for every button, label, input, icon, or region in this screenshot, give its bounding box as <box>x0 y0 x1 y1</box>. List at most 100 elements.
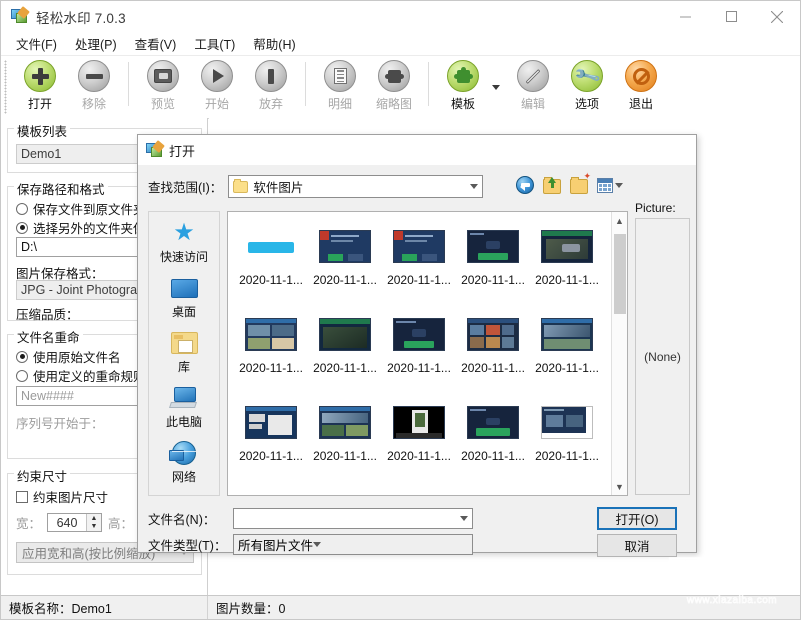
picture-caption: Picture: <box>635 201 676 215</box>
chevron-down-icon[interactable] <box>492 84 500 90</box>
toolbar-button-options[interactable]: 🔧 选项 <box>560 56 614 114</box>
place-network[interactable]: 网络 <box>149 440 219 485</box>
back-icon[interactable] <box>516 176 535 195</box>
width-increment[interactable]: ▲ <box>87 514 101 523</box>
file-item[interactable]: 2020-11-1... <box>530 307 604 395</box>
toolbar-button-preview[interactable]: 预览 <box>136 56 190 114</box>
view-mode-icon[interactable] <box>597 176 623 195</box>
radio-save-original-folder[interactable]: 保存文件到原文件夹 <box>16 199 146 218</box>
serial-start-label: 序列号开始于： <box>16 417 104 431</box>
place-library[interactable]: 库 <box>149 330 219 375</box>
file-item[interactable]: 2020-11-1... <box>456 219 530 307</box>
filetype-value: 所有图片文件 <box>238 539 314 553</box>
toolbar-button-open[interactable]: 打开 <box>13 56 67 114</box>
menu-item-help[interactable]: 帮助(H) <box>244 32 304 55</box>
folder-icon <box>233 178 249 193</box>
toolbar-button-thumbnail[interactable]: 缩略图 <box>367 56 421 114</box>
file-item[interactable]: 2020-11-1... <box>234 219 308 307</box>
application-window: 轻松水印 7.0.3 文件(F) 处理(P) 查看(V) 工具(T) 帮助(H) <box>0 0 801 620</box>
file-item[interactable]: 2020-11-1... <box>308 307 382 395</box>
toolbar-button-details[interactable]: 明细 <box>313 56 367 114</box>
menu-item-file[interactable]: 文件(F) <box>7 32 66 55</box>
toolbar-grip[interactable] <box>4 60 7 114</box>
toolbar-button-abort[interactable]: 放弃 <box>244 56 298 114</box>
file-name: 2020-11-1... <box>239 273 303 287</box>
checkbox-constrain-size[interactable]: 约束图片尺寸 <box>16 487 108 506</box>
toolbar-button-exit[interactable]: 退出 <box>614 56 668 114</box>
toolbar-button-remove[interactable]: 移除 <box>67 56 121 114</box>
file-item[interactable]: 2020-11-1... <box>456 307 530 395</box>
menu-item-tools[interactable]: 工具(T) <box>185 32 244 55</box>
file-item[interactable]: 2020-11-1... <box>308 395 382 483</box>
width-label: 宽： <box>16 517 42 531</box>
minimize-button[interactable] <box>662 1 708 32</box>
close-button[interactable] <box>754 1 800 32</box>
radio-use-original-name[interactable]: 使用原始文件名 <box>16 347 121 366</box>
toolbar-button-template[interactable]: 模板 <box>436 56 490 114</box>
file-item[interactable]: 2020-11-1... <box>382 307 456 395</box>
radio-use-custom-rule[interactable]: 使用定义的重命规则 <box>16 366 146 385</box>
file-item[interactable]: 2020-11-1... <box>308 219 382 307</box>
radio-use-custom-label: 使用定义的重命规则 <box>33 370 146 384</box>
file-item[interactable]: 2020-11-1... <box>530 395 604 483</box>
new-folder-icon[interactable]: ✦ <box>570 172 591 195</box>
cancel-button[interactable]: 取消 <box>597 534 677 557</box>
wrench-icon: 🔧 <box>571 60 603 92</box>
scrollbar-thumb[interactable] <box>614 234 626 314</box>
look-in-row: 查找范围(I)： 软件图片 <box>148 175 484 198</box>
file-thumbnail <box>467 229 519 263</box>
place-quick-access[interactable]: ★ 快速访问 <box>149 220 219 265</box>
file-name: 2020-11-1... <box>387 449 451 463</box>
look-in-select[interactable]: 软件图片 <box>228 175 484 198</box>
chevron-down-icon <box>615 183 623 188</box>
file-thumbnail-wrap <box>467 395 519 449</box>
toolbar-button-edit[interactable]: 编辑 <box>506 56 560 114</box>
file-item[interactable]: 2020-11-1... <box>456 395 530 483</box>
filename-input[interactable] <box>233 508 473 529</box>
scroll-down-icon[interactable]: ▼ <box>612 478 627 495</box>
stop-icon <box>255 60 287 92</box>
file-item[interactable]: 2020-11-1... <box>530 219 604 307</box>
places-bar: ★ 快速访问 桌面 库 此电脑 网络 <box>148 211 220 496</box>
file-name: 2020-11-1... <box>535 273 599 287</box>
network-icon <box>169 440 199 466</box>
place-this-pc[interactable]: 此电脑 <box>149 385 219 430</box>
width-decrement[interactable]: ▼ <box>87 523 101 532</box>
dialog-title: 打开 <box>169 143 196 159</box>
file-thumbnail-wrap <box>319 395 371 449</box>
menu-item-process[interactable]: 处理(P) <box>66 32 126 55</box>
menu-item-view[interactable]: 查看(V) <box>126 32 186 55</box>
toolbar-separator <box>305 62 306 106</box>
file-thumbnail <box>393 317 445 351</box>
radio-save-other-folder[interactable]: 选择另外的文件夹保 <box>16 218 146 237</box>
file-item[interactable]: 2020-11-1... <box>234 307 308 395</box>
toolbar-label-options: 选项 <box>574 97 599 111</box>
file-thumbnail <box>319 229 371 263</box>
compression-quality-label: 压缩品质： <box>16 308 79 322</box>
toolbar-button-start[interactable]: 开始 <box>190 56 244 114</box>
file-thumbnail-wrap <box>245 307 297 361</box>
chevron-down-icon[interactable] <box>313 542 322 547</box>
toolbar-label-abort: 放弃 <box>258 97 283 111</box>
window-title: 轻松水印 7.0.3 <box>36 10 126 26</box>
library-icon <box>169 330 199 356</box>
file-item[interactable]: 2020-11-1... <box>382 395 456 483</box>
open-file-dialog: 打开 查找范围(I)： 软件图片 ✦ ★ 快速访问 桌面 库 此电脑 网络 20… <box>137 134 697 557</box>
scroll-up-icon[interactable]: ▲ <box>612 212 627 229</box>
file-thumbnail <box>541 317 593 351</box>
width-stepper[interactable]: 640 ▲ ▼ <box>47 513 103 532</box>
file-item[interactable]: 2020-11-1... <box>234 395 308 483</box>
file-list-scrollbar[interactable]: ▲ ▼ <box>611 212 627 495</box>
maximize-button[interactable] <box>708 1 754 32</box>
file-list[interactable]: 2020-11-1... 2020-11-1... 2020-11-1... 2020… <box>227 211 628 496</box>
place-desktop[interactable]: 桌面 <box>149 275 219 320</box>
chevron-down-icon[interactable] <box>460 516 468 521</box>
file-item[interactable]: 2020-11-1... <box>382 219 456 307</box>
toolbar-separator <box>128 62 129 106</box>
filetype-select[interactable]: 所有图片文件 <box>233 534 473 555</box>
file-name: 2020-11-1... <box>535 361 599 375</box>
up-folder-icon[interactable] <box>543 176 562 195</box>
open-button[interactable]: 打开(O) <box>597 507 677 530</box>
exit-icon <box>625 60 657 92</box>
file-thumbnail <box>245 317 297 351</box>
